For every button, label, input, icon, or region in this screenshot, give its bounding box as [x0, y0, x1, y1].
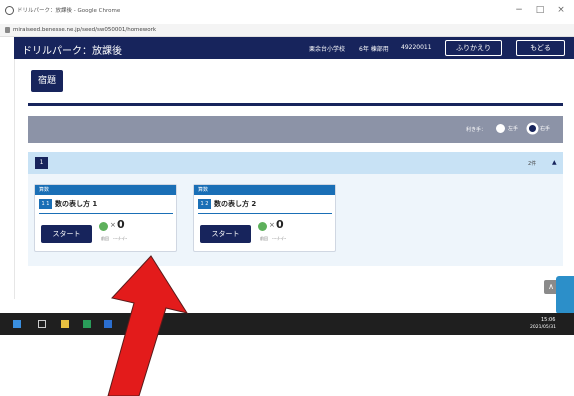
app-icon[interactable]: [104, 320, 112, 328]
chevron-up-icon: ∧: [548, 282, 554, 291]
class-name: 6年 棟部用: [359, 46, 389, 53]
divider: [28, 103, 563, 106]
card-title: 数の表し方 2: [214, 200, 257, 208]
completion-count: 0: [276, 218, 284, 231]
homework-card: 算数 1 1 数の表し方 1 スタート × 0 前回 ----/--/--: [34, 184, 177, 252]
left-hand-label: 左手: [508, 126, 519, 132]
hand-label: 利き手：: [466, 127, 487, 133]
task-view-icon[interactable]: [38, 320, 46, 328]
taskbar: 15:06 2021/05/31: [0, 313, 574, 335]
url-text[interactable]: miraiseed.benesse.ne.jp/seed/sw050001/ho…: [13, 27, 156, 33]
homework-card: 算数 1 2 数の表し方 2 スタート × 0 前回 ----/--/--: [193, 184, 336, 252]
completion-count: 0: [117, 218, 125, 231]
back-button[interactable]: もどる: [516, 40, 565, 56]
left-hand-radio[interactable]: [496, 124, 505, 133]
app-title: ドリルパーク：放課後: [22, 46, 122, 57]
taskbar-date: 2021/05/31: [530, 325, 556, 330]
chevron-up-icon[interactable]: ▲: [552, 159, 557, 166]
start-button[interactable]: スタート: [200, 225, 251, 243]
user-id: 49220011: [401, 44, 432, 51]
start-button[interactable]: スタート: [41, 225, 92, 243]
last-date-value: ----/--/--: [272, 236, 287, 241]
card-divider: [198, 213, 332, 214]
chrome-icon: [5, 6, 14, 15]
right-hand-radio[interactable]: [528, 124, 537, 133]
options-bar: 利き手： 左手 右手: [28, 116, 563, 143]
section-number: 1: [35, 157, 48, 169]
window-title: ドリルパーク：放課後 - Google Chrome: [17, 8, 121, 14]
section-header[interactable]: 1 2件 ▲: [28, 152, 563, 174]
close-button[interactable]: ×: [553, 3, 569, 17]
side-widget[interactable]: [556, 276, 574, 314]
school-name: 栗余台小学校: [309, 46, 346, 53]
app-header: ドリルパーク：放課後 栗余台小学校 6年 棟部用 49220011 ふりかえり …: [14, 37, 574, 59]
card-title: 数の表し方 1: [55, 200, 98, 208]
smile-icon: [99, 222, 108, 231]
last-date-label: 前回: [260, 236, 268, 241]
taskbar-time: 15:06: [541, 317, 556, 323]
lock-icon: [5, 27, 10, 33]
minimize-button[interactable]: −: [511, 3, 527, 17]
file-explorer-icon[interactable]: [61, 320, 69, 328]
screen: ドリルパーク：放課後 - Google Chrome − □ × miraise…: [0, 0, 574, 396]
last-date-value: ----/--/--: [113, 236, 128, 241]
section-count: 2件: [528, 161, 537, 167]
review-button[interactable]: ふりかえり: [445, 40, 502, 56]
times-icon: ×: [269, 221, 275, 229]
times-icon: ×: [110, 221, 116, 229]
card-unit-number: 1 1: [39, 199, 52, 209]
card-subject-tag: 算数: [194, 185, 335, 195]
last-date-label: 前回: [101, 236, 109, 241]
browser-title-bar: ドリルパーク：放課後 - Google Chrome − □ ×: [0, 0, 574, 24]
maximize-button[interactable]: □: [532, 3, 548, 17]
card-subject-tag: 算数: [35, 185, 176, 195]
app-icon[interactable]: [83, 320, 91, 328]
smile-icon: [258, 222, 267, 231]
card-unit-number: 1 2: [198, 199, 211, 209]
windows-start-icon[interactable]: [13, 320, 21, 328]
right-hand-label: 右手: [540, 126, 551, 132]
card-divider: [39, 213, 173, 214]
tab-homework[interactable]: 宿題: [31, 70, 63, 92]
address-bar[interactable]: miraiseed.benesse.ne.jp/seed/sw050001/ho…: [0, 24, 574, 37]
